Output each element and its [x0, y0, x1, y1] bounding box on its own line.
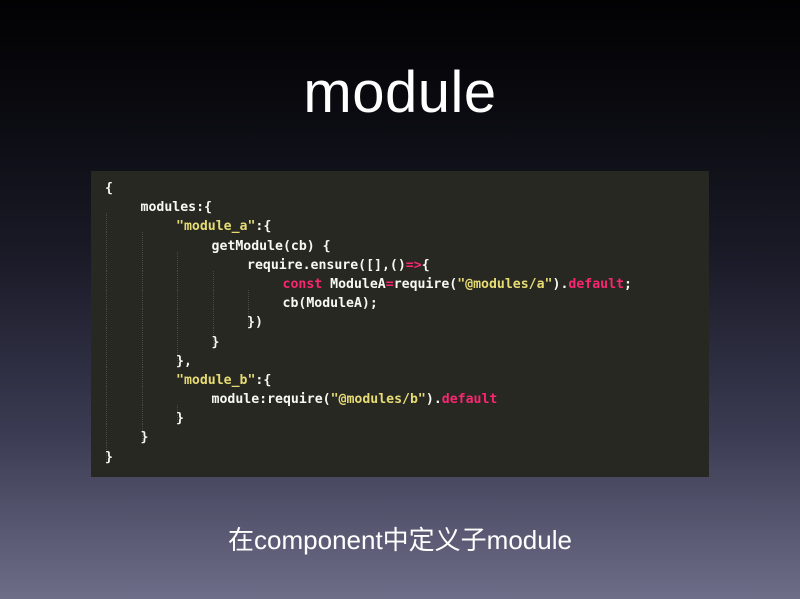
code-line: } — [105, 428, 709, 463]
code-line: }, — [105, 352, 709, 386]
code-line: cb(ModuleA); — [105, 294, 709, 329]
code-token: }, — [176, 353, 192, 369]
code-token: ). — [425, 392, 442, 408]
code-token: { — [421, 257, 430, 273]
code-line: }) — [105, 313, 709, 348]
code-token: modules:{ — [140, 200, 212, 216]
code-token: default — [568, 276, 624, 292]
slide-title: module — [303, 60, 497, 125]
code-token: require.ensure([],() — [247, 257, 406, 273]
code-token: { — [105, 181, 113, 196]
code-token: } — [140, 430, 149, 446]
code-token: => — [405, 257, 422, 273]
code-token: } — [211, 334, 220, 350]
code-token: ). — [552, 276, 569, 292]
code-line: "module_b":{ — [105, 371, 709, 405]
code-line: const ModuleA=require("@modules/a").defa… — [105, 275, 709, 309]
code-token: getModule(cb) { — [211, 238, 331, 254]
code-line: { — [105, 179, 709, 198]
code-token: "module_a" — [176, 219, 256, 235]
code-token: cb(ModuleA); — [282, 296, 378, 312]
code-line: "module_a":{ — [105, 217, 709, 252]
code-token: require( — [393, 276, 458, 292]
code-token: "@modules/a" — [457, 276, 553, 292]
code-line: } — [105, 333, 709, 367]
code-token: ModuleA — [322, 276, 386, 292]
code-token: default — [441, 392, 498, 408]
code-screenshot: {modules:{"module_a":{getModule(cb) {req… — [91, 171, 709, 477]
code-token: } — [176, 411, 184, 427]
slide-caption: 在component中定义子module — [228, 525, 572, 555]
code-token: :{ — [255, 372, 272, 388]
code-line: modules:{ — [105, 198, 709, 233]
code-token: "module_b" — [176, 372, 256, 388]
code-token: "@modules/b" — [330, 392, 426, 408]
code-line: getModule(cb) { — [105, 237, 709, 271]
code-token: const — [282, 276, 323, 292]
code-token: } — [105, 449, 113, 465]
code-line: module:require("@modules/b").default — [105, 390, 709, 425]
code-line: require.ensure([],()=>{ — [105, 256, 709, 290]
code-line: } — [105, 448, 709, 467]
code-token: = — [385, 276, 394, 292]
code-block: {modules:{"module_a":{getModule(cb) {req… — [105, 179, 709, 467]
code-token: :{ — [255, 219, 272, 235]
code-token: ; — [623, 276, 632, 292]
code-token: module:require( — [211, 392, 331, 408]
code-line: } — [105, 409, 709, 444]
code-token: }) — [247, 315, 263, 331]
